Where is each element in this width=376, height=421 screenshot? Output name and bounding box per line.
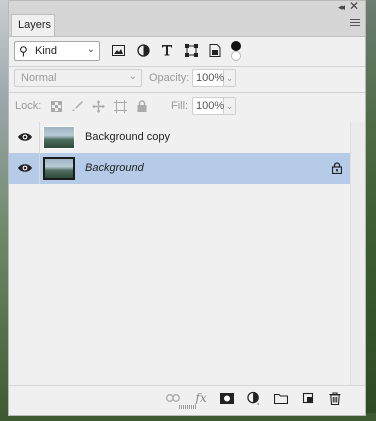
tab-layers[interactable]: Layers: [11, 14, 55, 36]
layer-row-background-copy[interactable]: Background copy: [9, 122, 352, 153]
lock-label: Lock:: [15, 100, 42, 112]
adjustment-layer-icon[interactable]: [247, 391, 261, 405]
image-filter-icon[interactable]: [111, 43, 125, 57]
layers-list: Background copy Background: [9, 122, 352, 385]
new-group-icon[interactable]: [274, 391, 288, 405]
lock-row: Lock: Fill: 100% ⌄: [9, 96, 365, 118]
filter-toggle-icon[interactable]: [231, 41, 241, 61]
panel-menu-icon[interactable]: [350, 19, 360, 28]
smart-object-filter-icon[interactable]: [208, 43, 222, 57]
shape-filter-icon[interactable]: [184, 43, 198, 57]
chevron-down-icon: ⌄: [128, 71, 137, 82]
background-left: [0, 0, 8, 421]
tab-bar: Layers: [9, 14, 365, 37]
search-icon: ⚲: [19, 44, 28, 58]
layer-lock-icon[interactable]: [331, 162, 343, 175]
type-filter-icon[interactable]: [160, 43, 174, 57]
toggle-on-dot: [231, 41, 241, 51]
divider: [39, 122, 40, 153]
layer-name[interactable]: Background: [85, 162, 144, 174]
delete-layer-icon[interactable]: [328, 391, 342, 405]
layer-thumbnail[interactable]: [43, 157, 75, 180]
link-layers-icon[interactable]: [166, 391, 180, 405]
filter-kind-value: Kind: [35, 45, 58, 57]
lock-transparent-icon[interactable]: [49, 99, 63, 113]
fill-field[interactable]: 100%: [192, 97, 224, 115]
opacity-field[interactable]: 100%: [192, 69, 224, 87]
blend-mode-value: Normal: [21, 72, 57, 84]
blend-mode-select[interactable]: Normal ⌄: [14, 69, 142, 87]
filter-kind-select[interactable]: ⚲ Kind ⌄: [14, 41, 100, 61]
lock-position-icon[interactable]: [91, 99, 105, 113]
layer-row-background[interactable]: Background: [9, 153, 352, 184]
panel-footer: fx: [9, 385, 365, 410]
lock-artboard-icon[interactable]: [113, 99, 127, 113]
fill-label: Fill:: [171, 100, 189, 112]
opacity-label: Opacity:: [149, 72, 190, 84]
eye-icon[interactable]: [18, 132, 32, 142]
lock-all-icon[interactable]: [135, 99, 149, 113]
layer-mask-icon[interactable]: [220, 391, 234, 405]
divider: [9, 66, 365, 67]
close-icon[interactable]: ✕: [349, 0, 359, 13]
divider: [9, 92, 365, 93]
filter-row: ⚲ Kind ⌄: [9, 37, 365, 65]
new-layer-icon[interactable]: [301, 391, 315, 405]
chevron-down-icon: ⌄: [86, 44, 95, 55]
fill-dropdown-icon[interactable]: ⌄: [224, 97, 236, 115]
blend-row: Normal ⌄ Opacity: 100% ⌄: [9, 68, 365, 90]
divider: [39, 153, 40, 184]
resize-grip[interactable]: [179, 405, 197, 409]
layer-thumbnail[interactable]: [43, 126, 75, 149]
collapse-icon[interactable]: ◂◂: [338, 1, 345, 14]
lock-image-icon[interactable]: [70, 99, 84, 113]
opacity-dropdown-icon[interactable]: ⌄: [224, 69, 236, 87]
layers-panel: ◂◂ ✕ Layers ⚲ Kind ⌄ Normal ⌄ Opacity: 1…: [8, 0, 366, 416]
fx-icon[interactable]: fx: [194, 391, 208, 405]
eye-icon[interactable]: [18, 163, 32, 173]
scrollbar[interactable]: [350, 122, 365, 385]
adjustment-filter-icon[interactable]: [136, 43, 150, 57]
panel-top-strip: ◂◂ ✕: [9, 0, 365, 14]
toggle-off-dot: [231, 51, 241, 61]
layer-name[interactable]: Background copy: [85, 131, 170, 143]
